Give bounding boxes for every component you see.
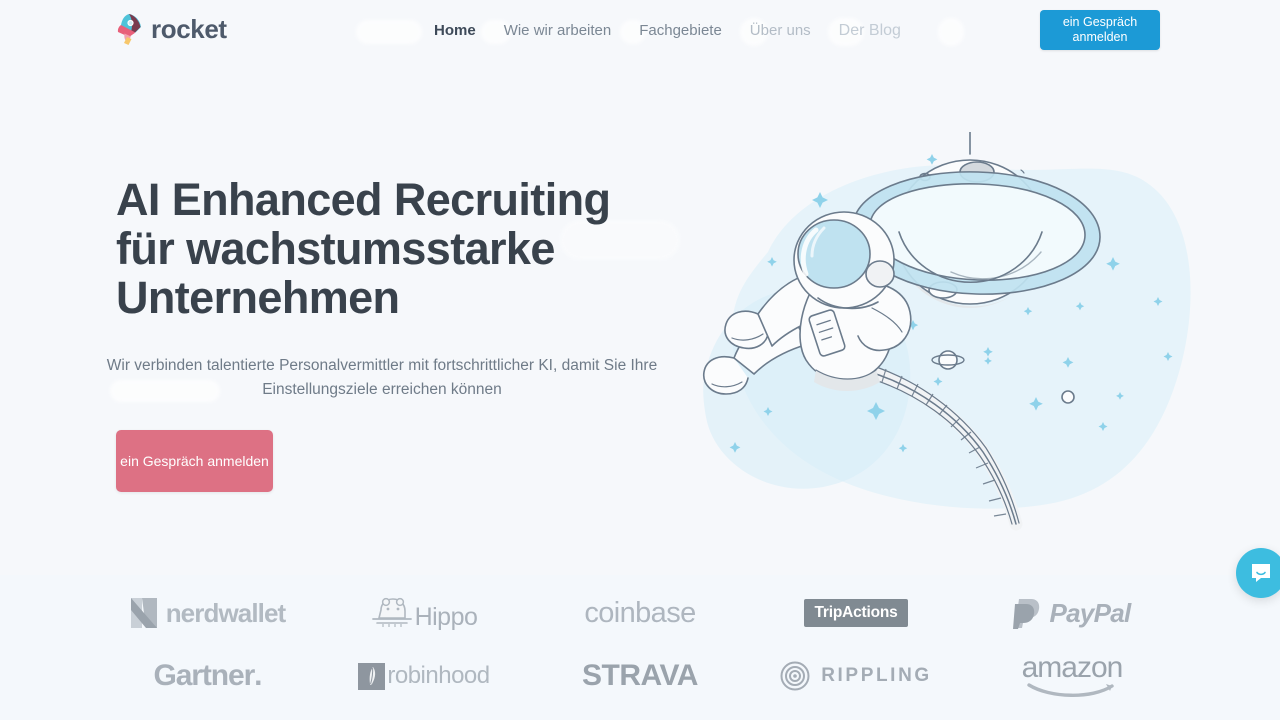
logo-row-2: Gartner . robinhood STRAVA RIPPLING amaz… — [0, 645, 1280, 707]
logo-paypal: PayPal — [964, 597, 1180, 629]
hero-title: AI Enhanced Recruiting für wachstumsstar… — [116, 175, 686, 322]
astronaut-planet-icon: .ln { fill:none; stroke:#6b7b8c; stroke-… — [702, 132, 1191, 531]
hero-cta-button[interactable]: ein Gespräch anmelden — [116, 430, 273, 492]
logo-strava: STRAVA — [532, 659, 748, 693]
logo-amazon: amazon — [964, 650, 1180, 699]
logo-rippling: RIPPLING — [748, 661, 964, 691]
hippo-label: Hippo — [414, 603, 478, 631]
logo-coinbase: coinbase — [532, 597, 748, 630]
chat-widget-button[interactable] — [1236, 548, 1280, 598]
header-cta-button[interactable]: ein Gespräch anmelden — [1040, 10, 1160, 50]
nav-item-der-blog[interactable]: Der Blog — [825, 0, 915, 62]
nav-item-ueber-uns[interactable]: Über uns — [736, 0, 825, 62]
coinbase-label: coinbase — [584, 596, 696, 629]
logo-row-1: nerdwallet Hippo coinbase TripActions Pa… — [0, 583, 1280, 643]
rippling-mark-icon — [780, 661, 810, 691]
tripactions-label: TripActions — [804, 599, 908, 627]
chat-bubble-icon — [1252, 564, 1270, 582]
hero-subtitle: Wir verbinden talentierte Personalvermit… — [106, 357, 658, 398]
amazon-label: amazon — [1021, 650, 1124, 684]
logo-hippo: Hippo — [316, 596, 532, 630]
rocket-icon — [117, 14, 141, 45]
hero-section: AI Enhanced Recruiting für wachstumsstar… — [107, 175, 686, 492]
hero-title-line-3: Unternehmen — [116, 272, 400, 323]
main-navigation: Home Wie wir arbeiten Fachgebiete Über u… — [420, 0, 915, 62]
logo-robinhood: robinhood — [316, 662, 532, 690]
gartner-trademark-dot: . — [254, 659, 263, 692]
brand-logo[interactable]: rocket — [115, 12, 227, 46]
rippling-label: RIPPLING — [821, 665, 932, 686]
hippo-mark-icon — [371, 597, 412, 627]
nav-item-fachgebiete[interactable]: Fachgebiete — [625, 0, 736, 62]
nerdwallet-mark-icon — [130, 598, 157, 628]
astronaut-planet-illustration: .ln { fill:none; stroke:#6b7b8c; stroke-… — [648, 132, 1208, 532]
site-header: rocket Home Wie wir arbeiten Fachgebiete… — [0, 0, 1280, 62]
nav-item-wie-wir-arbeiten[interactable]: Wie wir arbeiten — [490, 0, 626, 62]
client-logos-section: nerdwallet Hippo coinbase TripActions Pa… — [0, 575, 1280, 720]
brand-name: rocket — [151, 14, 227, 44]
strava-label: STRAVA — [582, 659, 698, 692]
gartner-label: Gartner — [153, 659, 255, 692]
nerdwallet-label: nerdwallet — [165, 597, 286, 628]
logo-nerdwallet: nerdwallet — [100, 598, 316, 629]
paypal-label: PayPal — [1049, 597, 1131, 628]
amazon-smile-icon — [1027, 683, 1114, 698]
landing-page: rocket Home Wie wir arbeiten Fachgebiete… — [0, 0, 1280, 720]
logo-tripactions: TripActions — [748, 599, 964, 627]
paypal-mark-icon — [1013, 599, 1040, 629]
hero-title-line-1: AI Enhanced Recruiting — [116, 174, 611, 225]
hero-title-line-2: für wachstumsstarke — [116, 223, 555, 274]
logo-gartner: Gartner . — [100, 659, 316, 693]
robinhood-mark-icon — [358, 662, 386, 690]
robinhood-label: robinhood — [387, 662, 490, 689]
nav-item-home[interactable]: Home — [420, 0, 490, 62]
